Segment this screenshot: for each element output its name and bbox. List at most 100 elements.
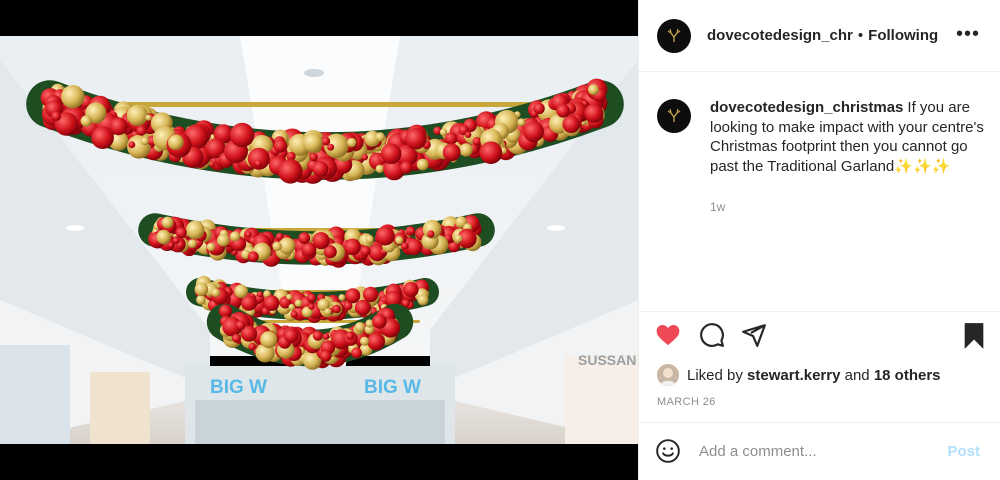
likes-others-link[interactable]: 18 others: [874, 367, 941, 384]
bauble: [465, 131, 472, 138]
person-avatar-icon: [657, 364, 679, 386]
smiley-icon[interactable]: [655, 438, 681, 464]
bauble: [427, 230, 435, 238]
bauble: [235, 320, 246, 331]
post-side-panel: dovecotedesign_chr • Following ••• dovecot…: [638, 0, 1000, 480]
bauble: [360, 336, 370, 346]
bauble: [168, 242, 175, 249]
bauble: [354, 322, 366, 333]
bauble: [375, 226, 395, 246]
header-username[interactable]: dovecotedesign_chr: [707, 27, 853, 44]
bauble: [263, 295, 280, 311]
bauble: [322, 333, 330, 340]
bauble: [416, 158, 429, 171]
bauble: [479, 141, 503, 164]
bauble: [345, 288, 361, 304]
bauble: [367, 332, 385, 351]
post-header: dovecotedesign_chr • Following •••: [639, 0, 1000, 72]
profile-avatar[interactable]: [657, 18, 691, 53]
bauble: [80, 115, 92, 127]
bauble: [417, 294, 429, 306]
bauble: [140, 137, 149, 146]
bauble: [156, 229, 171, 245]
bauble: [172, 236, 180, 245]
instagram-post-modal: BIG W BIG W SUSSAN dovecotedesign_chr • …: [0, 0, 1000, 480]
bauble: [128, 141, 136, 149]
bauble: [405, 128, 427, 150]
bauble: [273, 139, 287, 153]
bauble: [284, 328, 299, 343]
store-sign-far-right: SUSSAN: [578, 352, 636, 368]
post-date[interactable]: MARCH 26: [657, 396, 716, 408]
header-separator: •: [857, 27, 864, 44]
bauble: [245, 231, 252, 238]
liked-by-prefix: Liked by: [687, 366, 743, 384]
bauble: [346, 331, 355, 340]
bauble: [294, 299, 303, 307]
liked-by-user[interactable]: stewart.kerry: [747, 367, 840, 384]
bauble: [584, 103, 604, 123]
caption-avatar[interactable]: [657, 99, 691, 133]
more-options-icon[interactable]: •••: [956, 24, 980, 44]
bauble: [308, 303, 315, 310]
heart-filled-icon[interactable]: [655, 322, 681, 348]
bauble: [145, 114, 152, 121]
actions-divider: [639, 311, 1000, 312]
comment-icon[interactable]: [699, 322, 725, 348]
bauble: [219, 304, 233, 318]
post-comment-button[interactable]: Post: [947, 443, 980, 460]
liked-by-join: and: [844, 366, 870, 384]
bauble: [442, 143, 461, 162]
liker-avatar[interactable]: [657, 364, 679, 386]
bauble: [234, 284, 248, 299]
bauble: [211, 288, 221, 297]
bauble: [126, 104, 148, 126]
bauble: [51, 111, 62, 121]
store-sign-left: BIG W: [210, 377, 267, 398]
bauble: [459, 143, 473, 157]
caption-timestamp[interactable]: 1w: [710, 198, 984, 218]
bauble: [454, 234, 463, 243]
bauble: [312, 232, 330, 250]
bauble: [247, 251, 259, 263]
deer-logo-icon: [667, 28, 681, 42]
bauble: [185, 220, 205, 240]
bauble: [231, 333, 241, 343]
bauble: [533, 102, 545, 115]
comment-input[interactable]: [697, 441, 931, 461]
store-sign-right: BIG W: [364, 377, 421, 398]
bauble: [196, 294, 206, 305]
bauble: [400, 161, 413, 174]
bauble: [347, 137, 357, 148]
bauble: [288, 303, 295, 311]
bauble: [372, 314, 387, 329]
bauble: [61, 85, 85, 109]
bauble: [523, 121, 544, 142]
bauble: [309, 152, 318, 162]
bauble: [312, 330, 323, 341]
bauble: [556, 104, 570, 118]
likes-summary: Liked by stewart.kerry and 18 others: [657, 364, 941, 386]
bauble: [321, 136, 331, 146]
bookmark-filled-icon[interactable]: [962, 322, 986, 350]
bauble: [365, 235, 374, 244]
caption-username[interactable]: dovecotedesign_christmas: [710, 99, 903, 116]
bauble: [324, 308, 332, 316]
bauble: [217, 233, 230, 247]
bauble: [517, 118, 526, 127]
bauble: [362, 286, 379, 303]
bauble: [161, 216, 174, 229]
bauble: [136, 125, 147, 136]
send-icon[interactable]: [741, 322, 767, 348]
post-photo[interactable]: BIG W BIG W SUSSAN: [0, 0, 638, 480]
bauble: [380, 143, 402, 164]
bauble: [206, 242, 216, 252]
comment-divider: [639, 422, 1000, 423]
bauble: [403, 281, 419, 298]
bauble: [290, 310, 298, 318]
bauble: [194, 282, 209, 297]
header-text: dovecotedesign_chr • Following: [707, 27, 938, 44]
bauble: [229, 122, 255, 148]
bauble: [332, 304, 341, 314]
following-button[interactable]: Following: [868, 27, 938, 44]
